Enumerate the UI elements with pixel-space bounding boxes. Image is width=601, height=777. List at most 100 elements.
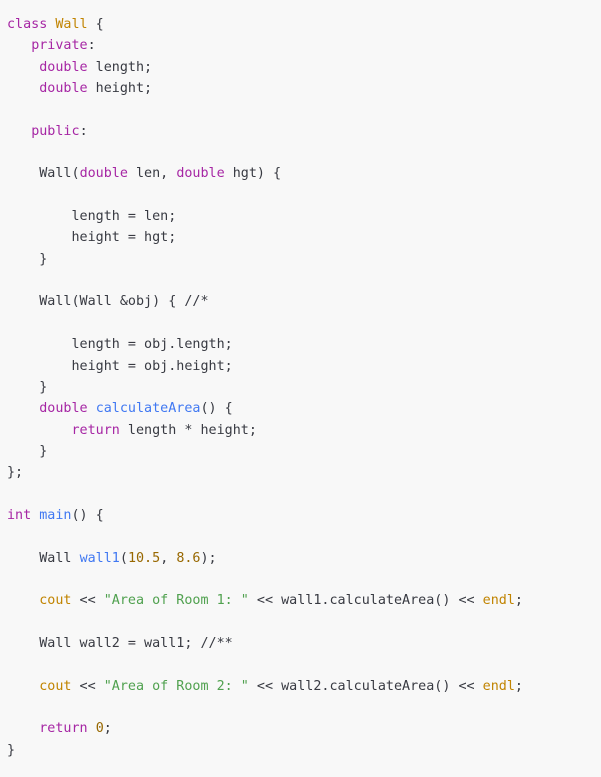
library-token: cout	[39, 593, 72, 609]
keyword-token: private	[31, 38, 88, 54]
code-line: return 0;	[7, 718, 601, 739]
keyword-token: return	[39, 721, 88, 737]
code-text: );	[200, 550, 217, 566]
code-line: height = hgt;	[7, 227, 601, 248]
code-line: length = len;	[7, 206, 601, 227]
code-line: int main() {	[7, 505, 601, 526]
code-text: <<	[71, 678, 104, 694]
code-text: }	[7, 379, 48, 395]
code-text: height = hgt;	[7, 230, 177, 246]
code-text: }	[7, 251, 48, 267]
code-text: length * height;	[119, 422, 257, 438]
code-text: ;	[514, 678, 523, 694]
code-text: Wall	[7, 550, 80, 566]
number-token: 0	[95, 721, 104, 737]
function-token: calculateArea	[95, 401, 201, 417]
code-line: Wall(Wall &obj) { //*	[7, 291, 601, 312]
code-line: double calculateArea() {	[7, 398, 601, 419]
code-line: private:	[7, 35, 601, 56]
code-line: };	[7, 462, 601, 483]
code-text: length = obj.length;	[7, 337, 233, 353]
library-token: endl	[482, 678, 515, 694]
code-line: return length * height;	[7, 420, 601, 441]
code-line: Wall wall1(10.5, 8.6);	[7, 548, 601, 569]
code-line: }	[7, 377, 601, 398]
code-line: }	[7, 249, 601, 270]
code-text: << wall1.calculateArea() <<	[248, 593, 483, 609]
code-text: length;	[87, 59, 153, 75]
function-token: main	[39, 507, 72, 523]
keyword-token: class	[7, 17, 56, 32]
code-line: public:	[7, 121, 601, 142]
function-token: wall1	[79, 550, 120, 566]
code-text: (	[119, 550, 128, 566]
code-text: Wall(	[7, 166, 80, 182]
code-line: Wall wall2 = wall1; //**	[7, 633, 601, 654]
code-text: }	[7, 742, 16, 758]
code-text: () {	[71, 507, 104, 523]
code-line: cout << "Area of Room 1: " << wall1.calc…	[7, 590, 601, 611]
library-token: cout	[39, 678, 72, 694]
keyword-token: public	[31, 123, 80, 139]
code-line: double length;	[7, 57, 601, 78]
code-text: :	[79, 123, 88, 139]
code-text: Wall(Wall &obj) { //*	[7, 294, 209, 310]
code-text: hgt) {	[224, 166, 282, 182]
code-line: }	[7, 740, 601, 761]
code-line: height = obj.height;	[7, 356, 601, 377]
code-line: Wall(double len, double hgt) {	[7, 163, 601, 184]
code-block: class Wall { private: double length; dou…	[0, 0, 601, 761]
code-text: height = obj.height;	[7, 358, 233, 374]
code-line: double height;	[7, 78, 601, 99]
code-text: << wall2.calculateArea() <<	[248, 678, 483, 694]
code-line: class Wall {	[7, 14, 601, 35]
keyword-token: return	[71, 422, 120, 438]
code-text: {	[87, 17, 104, 32]
library-token: endl	[482, 593, 515, 609]
code-text: }	[7, 443, 48, 459]
number-token: 10.5	[127, 550, 161, 566]
code-text: };	[7, 465, 24, 481]
code-text: :	[87, 38, 96, 54]
keyword-token: double	[39, 59, 88, 75]
code-text: ,	[160, 550, 177, 566]
code-line: cout << "Area of Room 2: " << wall2.calc…	[7, 676, 601, 697]
string-token: "Area of Room 2: "	[103, 678, 249, 694]
code-text: <<	[71, 593, 104, 609]
string-token: "Area of Room 1: "	[103, 593, 249, 609]
code-text: height;	[87, 81, 153, 97]
class-name-token: Wall	[55, 17, 88, 32]
code-text: Wall wall2 = wall1; //**	[7, 635, 233, 651]
code-text: len,	[127, 166, 177, 182]
number-token: 8.6	[176, 550, 201, 566]
code-text: length = len;	[7, 209, 177, 225]
code-text: ;	[514, 593, 523, 609]
code-line: }	[7, 441, 601, 462]
keyword-token: double	[39, 401, 88, 417]
code-text: () {	[200, 401, 233, 417]
code-text: ;	[103, 721, 112, 737]
keyword-token: int	[7, 507, 32, 523]
